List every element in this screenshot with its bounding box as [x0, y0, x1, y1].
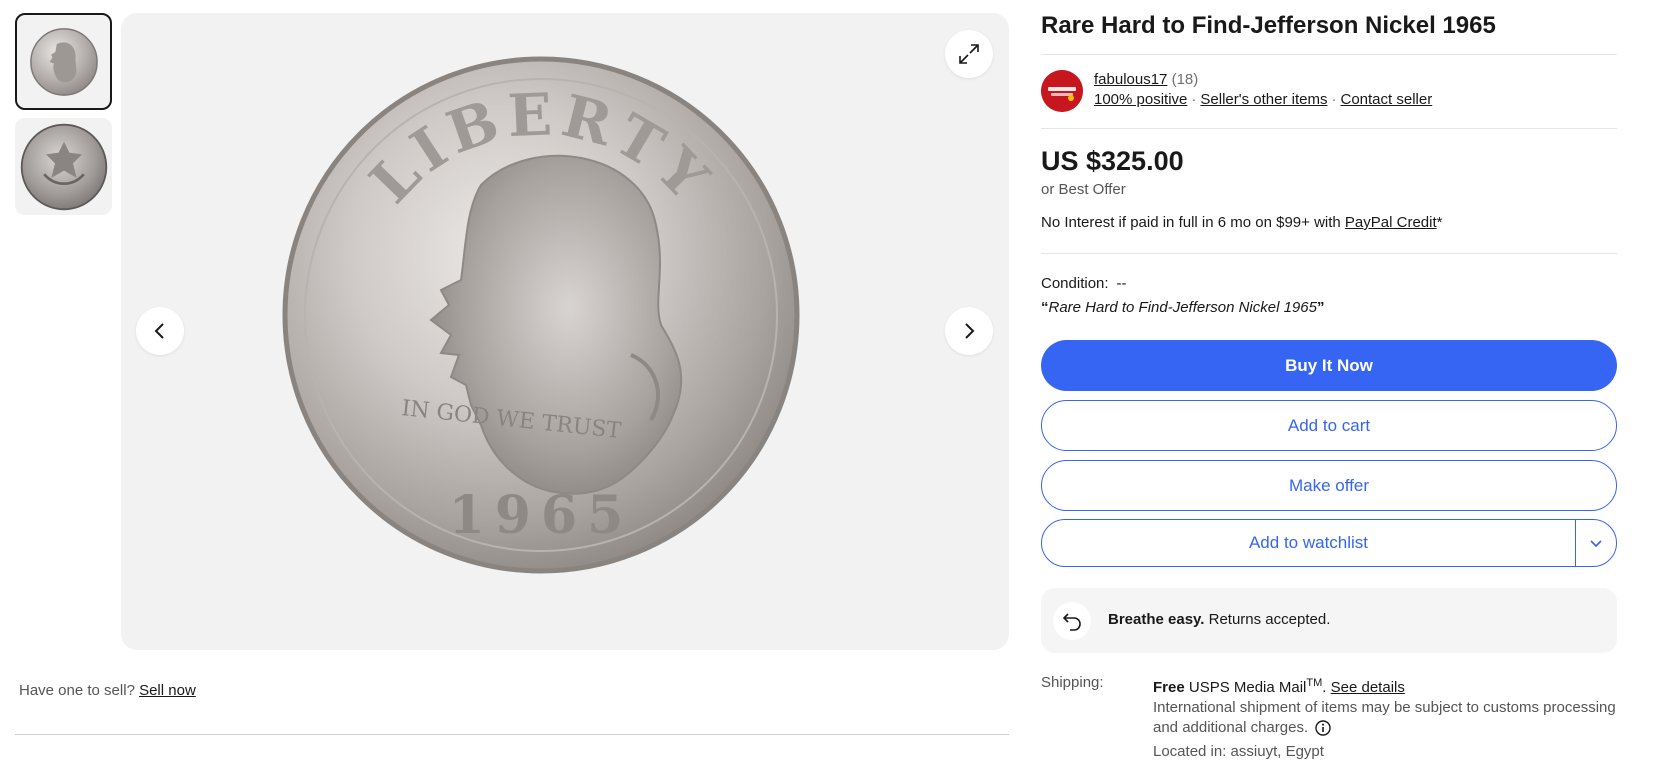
seller-links: 100% positive · Seller's other items · Conta… [1094, 91, 1433, 108]
sell-prompt: Have one to sell? Sell now [19, 682, 196, 699]
seller-avatar[interactable] [1041, 70, 1083, 112]
condition-quote-text: Rare Hard to Find-Jefferson Nickel 1965 [1048, 299, 1317, 316]
seller-feedback-count: (18) [1171, 71, 1199, 88]
returns-text: Breathe easy. Returns accepted. [1108, 611, 1330, 628]
thumbnail-list [15, 13, 112, 223]
seller-logo-icon [1041, 70, 1083, 112]
expand-image-button[interactable] [945, 30, 993, 78]
coin-main-image: LIBERTY IN GOD WE TRUST 1965 [281, 55, 801, 575]
returns-icon-wrap [1053, 602, 1091, 640]
condition-label: Condition: [1041, 275, 1109, 292]
international-note-text: International shipment of items may be s… [1153, 699, 1616, 736]
watchlist-control: Add to watchlist [1041, 519, 1617, 567]
coin-reverse-thumb-image [20, 123, 107, 210]
paypal-asterisk: * [1436, 214, 1443, 231]
thumbnail-coin-obverse[interactable] [15, 13, 112, 110]
paypal-note-text: No Interest if paid in full in 6 mo on $… [1041, 214, 1345, 231]
seller-condition-quote: “Rare Hard to Find-Jefferson Nickel 1965… [1041, 299, 1325, 316]
returns-accepted-text: Returns accepted. [1204, 611, 1331, 628]
chevron-down-icon [1590, 540, 1602, 548]
next-image-button[interactable] [945, 307, 993, 355]
shipping-free-text: Free [1153, 679, 1185, 696]
make-offer-button[interactable]: Make offer [1041, 460, 1617, 511]
divider [15, 734, 1009, 735]
thumbnail-coin-reverse[interactable] [15, 118, 112, 215]
coin-obverse-thumb-image [29, 27, 98, 96]
contact-seller-link[interactable]: Contact seller [1340, 91, 1432, 108]
international-shipping-note: International shipment of items may be s… [1153, 698, 1617, 738]
add-to-cart-button[interactable]: Add to cart [1041, 400, 1617, 451]
seller-other-items-link[interactable]: Seller's other items [1200, 91, 1327, 108]
shipping-details: Free USPS Media MailTM. See details Inte… [1153, 673, 1617, 738]
info-button[interactable] [1315, 720, 1331, 736]
divider [1041, 128, 1617, 129]
best-offer-text: or Best Offer [1041, 181, 1126, 198]
returns-bold-text: Breathe easy. [1108, 611, 1205, 628]
divider [1041, 253, 1617, 254]
item-location: Located in: assiuyt, Egypt [1153, 743, 1324, 760]
sell-now-link[interactable]: Sell now [139, 682, 196, 699]
shipping-service-text: USPS Media Mail [1184, 679, 1307, 696]
chevron-left-icon [154, 323, 164, 339]
see-details-link[interactable]: See details [1331, 679, 1405, 696]
trademark-mark: TM [1306, 677, 1323, 689]
info-icon [1315, 720, 1331, 736]
previous-image-button[interactable] [136, 307, 184, 355]
seller-name-line: fabulous17 (18) [1094, 71, 1198, 88]
chevron-right-icon [965, 323, 975, 339]
watchlist-dropdown-button[interactable] [1576, 520, 1616, 566]
returns-banner: Breathe easy. Returns accepted. [1041, 588, 1617, 653]
buy-it-now-button[interactable]: Buy It Now [1041, 340, 1617, 391]
item-price: US $325.00 [1041, 146, 1184, 176]
sell-prompt-text: Have one to sell? [19, 682, 135, 699]
shipping-service-line: Free USPS Media MailTM. See details [1153, 677, 1405, 696]
shipping-label: Shipping: [1041, 674, 1104, 691]
seller-info: fabulous17 (18) 100% positive · Seller's o… [1041, 70, 1617, 112]
positive-feedback-link[interactable]: 100% positive [1094, 91, 1187, 108]
item-title: Rare Hard to Find-Jefferson Nickel 1965 [1041, 12, 1496, 39]
return-arrow-icon [1062, 613, 1081, 631]
seller-name-link[interactable]: fabulous17 [1094, 71, 1167, 88]
coin-year-text: 1965 [449, 485, 634, 546]
divider [1041, 54, 1617, 55]
paypal-credit-link[interactable]: PayPal Credit [1345, 214, 1437, 231]
paypal-credit-note: No Interest if paid in full in 6 mo on $… [1041, 214, 1442, 231]
condition-value: -- [1116, 275, 1127, 292]
condition-row: Condition: -- [1041, 275, 1127, 292]
main-image-gallery: LIBERTY IN GOD WE TRUST 1965 [121, 13, 1009, 650]
expand-icon [959, 44, 979, 64]
add-to-watchlist-button[interactable]: Add to watchlist [1042, 520, 1576, 566]
